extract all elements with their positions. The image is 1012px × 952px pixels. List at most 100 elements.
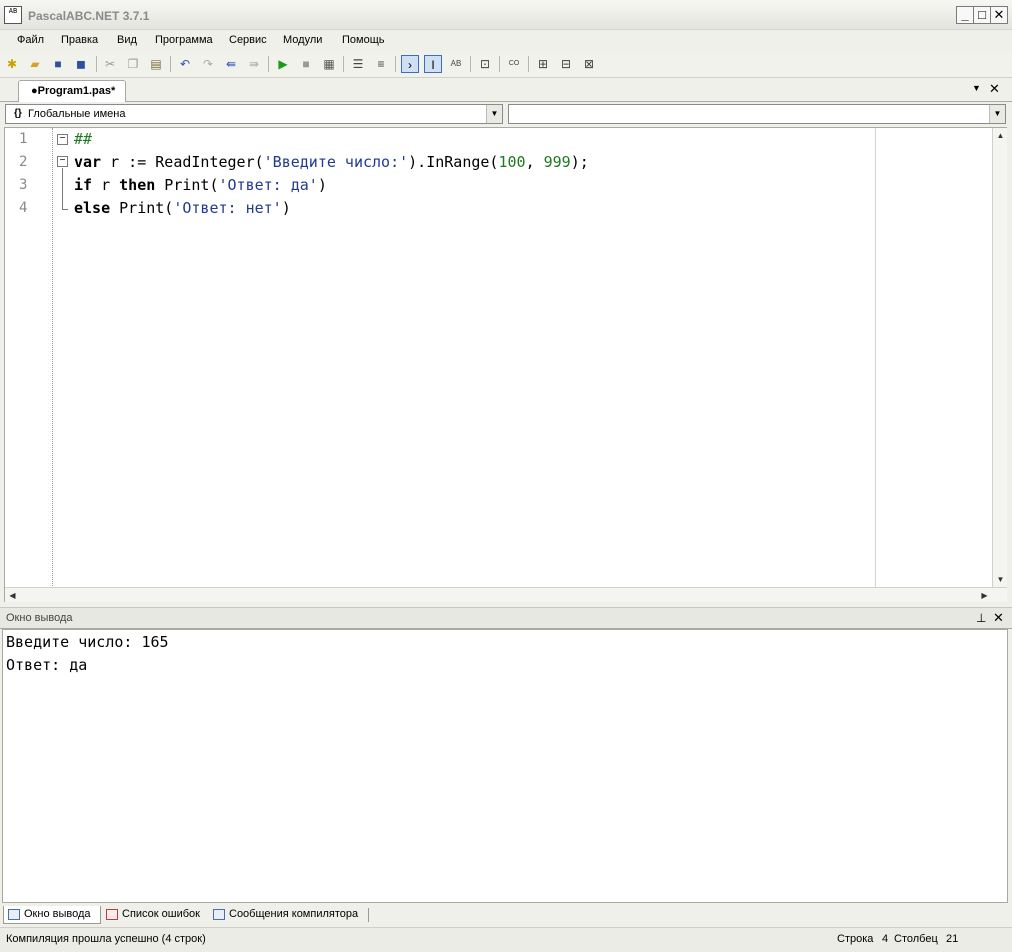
output-window[interactable]: Введите число: 165 Ответ: да [2, 629, 1008, 903]
toolbar-separator [268, 56, 269, 72]
code-line: ## [74, 130, 92, 148]
toolbar-separator [395, 56, 396, 72]
run-icon[interactable]: ▶ [274, 55, 292, 73]
code-icon[interactable]: CO [505, 55, 523, 73]
comment-icon[interactable]: ☰ [349, 55, 367, 73]
bottom-tab-bar: Окно вывода Список ошибок Сообщения комп… [0, 904, 1012, 926]
code-token: ## [74, 130, 93, 148]
line-number-gutter [5, 128, 53, 588]
tab-error-list[interactable]: Список ошибок [102, 906, 208, 924]
redo-icon[interactable]: ↷ [199, 55, 217, 73]
code-line: else Print('Ответ: нет') [74, 199, 291, 217]
format-icon[interactable]: ⊡ [476, 55, 494, 73]
code-token: 999 [543, 153, 571, 171]
save-icon[interactable]: ■ [49, 55, 67, 73]
stop-icon[interactable]: ■ [297, 55, 315, 73]
toolbar-separator [170, 56, 171, 72]
fold-collapse-icon[interactable]: − [57, 134, 68, 145]
menu-edit[interactable]: Правка [61, 34, 98, 46]
vertical-scrollbar[interactable]: ▲ ▼ [992, 128, 1007, 588]
member-combo[interactable]: ▼ [508, 104, 1006, 124]
code-token: Print( [110, 199, 174, 217]
toolbar-separator [343, 56, 344, 72]
code-editor[interactable]: 1 2 3 4 − − ## var r := ReadInteger('Вве… [4, 127, 1007, 602]
code-token: 100 [498, 153, 526, 171]
compiler-messages-icon [213, 909, 225, 920]
code-token: ).InRange( [408, 153, 499, 171]
tab-output[interactable]: Окно вывода [3, 906, 101, 924]
menu-view[interactable]: Вид [117, 34, 137, 46]
debug-step-icon[interactable]: ⊞ [534, 55, 552, 73]
horizontal-scrollbar[interactable]: ◀ ▶ [5, 587, 1007, 602]
document-tab-bar: ●Program1.pas* ▼ ✕ [0, 78, 1012, 102]
scope-combo[interactable]: {} Глобальные имена ▼ [5, 104, 503, 124]
code-token: Print( [155, 176, 219, 194]
status-row-value: 4 [882, 933, 889, 945]
toolbar-separator [96, 56, 97, 72]
chevron-down-icon[interactable]: ▼ [989, 105, 1005, 123]
scroll-left-icon[interactable]: ◀ [5, 588, 20, 603]
status-row-label: Строка [837, 933, 874, 945]
code-token: var [74, 153, 102, 171]
scroll-right-icon[interactable]: ▶ [977, 588, 992, 603]
output-panel-header: Окно вывода ⊥ ✕ [0, 607, 1012, 629]
scroll-down-icon[interactable]: ▼ [993, 572, 1008, 587]
status-bar: Компиляция прошла успешно (4 строк) Стро… [0, 927, 1012, 952]
close-panel-icon[interactable]: ✕ [993, 610, 1004, 626]
error-list-icon [106, 909, 118, 920]
code-token: ) [281, 199, 291, 217]
menu-modules[interactable]: Модули [283, 34, 322, 46]
tab-program1[interactable]: ●Program1.pas* [18, 80, 127, 102]
toolbar-separator [499, 56, 500, 72]
menu-help[interactable]: Помощь [342, 34, 385, 46]
output-line: Введите число: 165 [6, 633, 169, 651]
code-token: 'Введите число:' [263, 153, 409, 171]
open-folder-icon[interactable]: ▰ [26, 55, 44, 73]
paste-icon[interactable]: ▤ [147, 55, 165, 73]
menu-file[interactable]: Файл [17, 34, 44, 46]
minimize-button[interactable]: _ [956, 6, 974, 24]
line-number: 2 [19, 154, 28, 170]
save-all-icon[interactable]: ◼ [72, 55, 90, 73]
new-file-icon[interactable]: ✱ [3, 55, 21, 73]
fold-collapse-icon[interactable]: − [57, 156, 68, 167]
undo-icon[interactable]: ↶ [176, 55, 194, 73]
code-line: var r := ReadInteger('Введите число:').I… [74, 153, 589, 171]
app-icon: AB [4, 6, 22, 24]
close-tab-icon[interactable]: ✕ [989, 81, 1000, 97]
line-number: 1 [19, 131, 28, 147]
code-token: 'Ответ: нет' [173, 199, 282, 217]
text-icon[interactable]: I [424, 55, 442, 73]
output-panel-title: Окно вывода [6, 612, 73, 624]
debug-into-icon[interactable]: ⊟ [557, 55, 575, 73]
copy-icon[interactable]: ❐ [124, 55, 142, 73]
pin-icon[interactable]: ⊥ [976, 611, 986, 625]
chevron-down-icon[interactable]: ▼ [486, 105, 502, 123]
back-icon[interactable]: ⇚ [222, 55, 240, 73]
line-number: 3 [19, 177, 28, 193]
close-window-button[interactable]: ✕ [990, 6, 1008, 24]
scope-value: Глобальные имена [28, 108, 126, 120]
tab-compiler-messages[interactable]: Сообщения компилятора [209, 906, 369, 924]
uncomment-icon[interactable]: ≡ [372, 55, 390, 73]
tab-list-dropdown-icon[interactable]: ▼ [972, 83, 981, 93]
code-token: r := ReadInteger( [101, 153, 264, 171]
menu-program[interactable]: Программа [155, 34, 213, 46]
fold-guide-line [62, 168, 63, 210]
code-token: r [92, 176, 120, 194]
code-token: if [74, 176, 93, 194]
cut-icon[interactable]: ✂ [101, 55, 119, 73]
tab-compiler-messages-label: Сообщения компилятора [229, 908, 359, 920]
code-line: if r then Print('Ответ: да') [74, 176, 327, 194]
abc-icon[interactable]: AB [447, 55, 465, 73]
toolbar-separator [528, 56, 529, 72]
console-icon[interactable]: › [401, 55, 419, 73]
debug-out-icon[interactable]: ⊠ [580, 55, 598, 73]
compile-icon[interactable]: ▦ [320, 55, 338, 73]
code-token: ) [317, 176, 327, 194]
code-token: 'Ответ: да' [218, 176, 318, 194]
scroll-up-icon[interactable]: ▲ [993, 128, 1008, 143]
forward-icon[interactable]: ⇛ [245, 55, 263, 73]
maximize-button[interactable]: □ [973, 6, 991, 24]
menu-service[interactable]: Сервис [229, 34, 267, 46]
